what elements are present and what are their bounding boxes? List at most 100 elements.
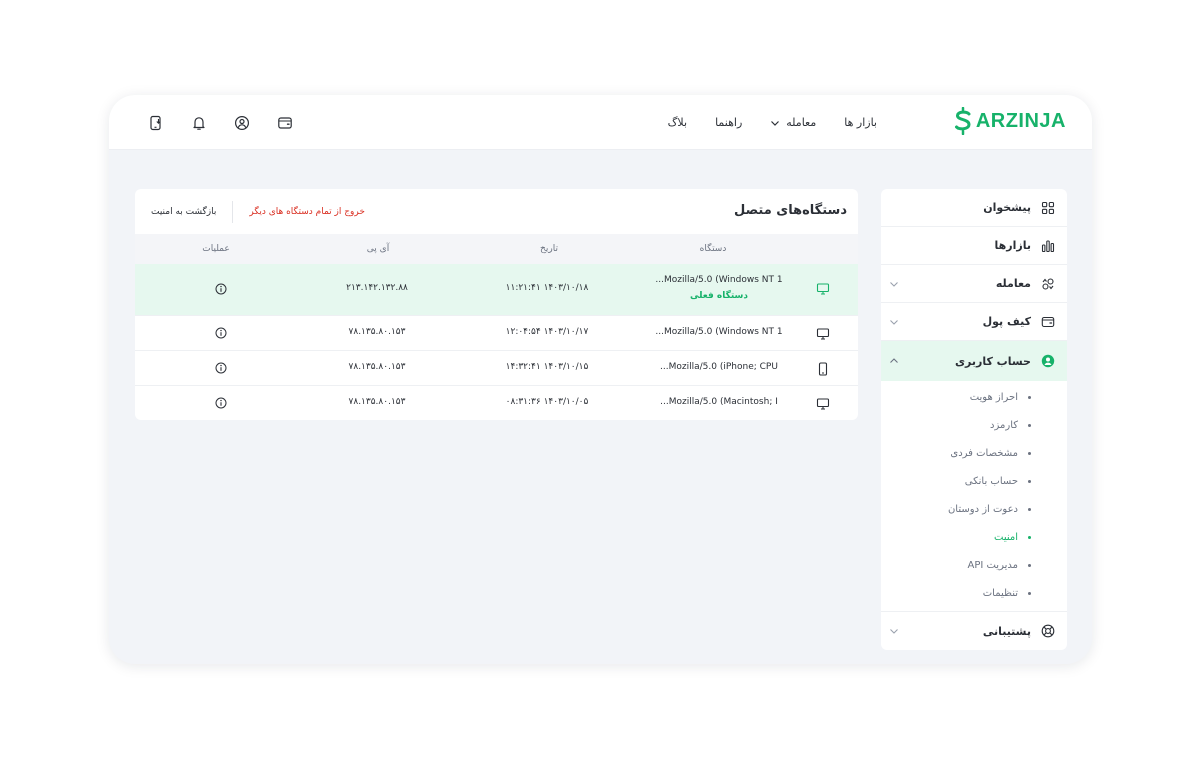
sidebar-item-label: حساب کاربری <box>954 354 1031 368</box>
user-circle-icon <box>1041 354 1055 368</box>
connected-devices-card: دستگاه‌های متصل بازگشت به امنیت خروج از … <box>135 189 858 420</box>
device-date: ۱۴۰۳/۱۰/۱۵ ۱۴:۳۲:۴۱ <box>505 362 589 372</box>
submenu-settings[interactable]: تنظیمات <box>881 579 1067 607</box>
nav-blog[interactable]: بلاگ <box>668 116 687 129</box>
device-ip: ۷۸.۱۳۵.۸۰.۱۵۳ <box>348 327 406 337</box>
bullet-icon <box>1028 423 1031 427</box>
user-circle-icon <box>234 115 250 131</box>
card-actions: بازگشت به امنیت خروج از تمام دستگاه های … <box>151 201 365 223</box>
sidebar-item-support[interactable]: پشتیبانی <box>881 612 1067 650</box>
sidebar-item-dashboard[interactable]: پیشخوان <box>881 189 1067 227</box>
nav-blog-label: بلاگ <box>667 116 688 129</box>
submenu-api[interactable]: مدیریت API <box>881 551 1067 579</box>
desktop-icon <box>816 283 830 295</box>
wallet-icon <box>1041 316 1055 327</box>
chevron-down-icon <box>890 281 898 287</box>
table-row: Mozilla/5.0 (Windows NT 1... دستگاه فعلی… <box>135 264 858 315</box>
wallet-button[interactable] <box>274 112 296 134</box>
grid-icon <box>1041 201 1055 214</box>
lifebuoy-icon <box>1041 624 1055 638</box>
submenu-bank-account[interactable]: حساب بانکی <box>881 467 1067 495</box>
sidebar-item-label: پیشخوان <box>983 201 1031 214</box>
profile-button[interactable] <box>231 112 253 134</box>
bell-icon <box>193 117 205 130</box>
info-icon[interactable] <box>215 397 227 409</box>
back-to-security-link[interactable]: بازگشت به امنیت <box>151 201 234 223</box>
submenu-label: امنیت <box>994 531 1018 543</box>
device-date: ۱۴۰۳/۱۰/۱۸ ۱۱:۲۱:۴۱ <box>505 283 589 293</box>
bullet-icon <box>1028 395 1031 399</box>
submenu-label: مدیریت API <box>967 559 1018 571</box>
chevron-down-icon <box>771 120 780 126</box>
top-icons <box>145 112 296 134</box>
sidebar-item-account[interactable]: حساب کاربری <box>881 341 1067 381</box>
submenu-kyc[interactable]: احراز هویت <box>881 383 1067 411</box>
info-icon[interactable] <box>215 327 227 339</box>
table-row: Mozilla/5.0 (Macintosh; I... ۱۴۰۳/۱۰/۰۵ … <box>135 385 858 420</box>
bullet-icon <box>1028 535 1031 539</box>
submenu-fees[interactable]: کارمزد <box>881 411 1067 439</box>
nav-trade[interactable]: معامله <box>770 116 816 129</box>
submenu-label: احراز هویت <box>969 391 1018 403</box>
arzinja-logo-icon <box>954 107 971 135</box>
sidebar-item-label: کیف پول <box>982 315 1031 328</box>
submenu-profile[interactable]: مشخصات فردی <box>881 439 1067 467</box>
logout-all-devices-link[interactable]: خروج از تمام دستگاه های دیگر <box>233 207 365 217</box>
device-name: Mozilla/5.0 (Windows NT 1... <box>655 327 783 337</box>
account-submenu: احراز هویت کارمزد مشخصات فردی حساب بانکی… <box>881 381 1067 612</box>
submenu-invite[interactable]: دعوت از دوستان <box>881 495 1067 523</box>
brand-name: ARZINJA <box>975 109 1066 132</box>
notifications-button[interactable] <box>188 112 210 134</box>
submenu-label: کارمزد <box>990 419 1018 431</box>
device-name: Mozilla/5.0 (Macintosh; I... <box>660 397 778 407</box>
top-bar: ARZINJA بازار ها معامله راهنما بلاگ <box>109 95 1092 150</box>
device-name: Mozilla/5.0 (Windows NT 1... <box>655 275 783 285</box>
info-icon[interactable] <box>215 283 227 295</box>
desktop-icon <box>816 398 830 410</box>
submenu-label: مشخصات فردی <box>950 447 1018 459</box>
table-header: دستگاه تاریخ آی پی عملیات <box>135 234 858 264</box>
submenu-label: دعوت از دوستان <box>947 503 1018 515</box>
wallet-icon <box>278 117 292 129</box>
sidebar-item-wallet[interactable]: کیف پول <box>881 303 1067 341</box>
col-actions: عملیات <box>202 244 230 254</box>
nav-guide[interactable]: راهنما <box>715 116 742 129</box>
bar-chart-icon <box>1041 239 1055 252</box>
bullet-icon <box>1028 591 1031 595</box>
sidebar: پیشخوان بازارها معامله کیف پول حساب کارب… <box>881 189 1067 650</box>
chevron-up-icon <box>890 358 898 363</box>
submenu-label: حساب بانکی <box>964 475 1018 487</box>
exchange-icon <box>1042 277 1054 290</box>
submenu-security[interactable]: امنیت <box>881 523 1067 551</box>
download-app-icon <box>150 115 161 131</box>
sidebar-item-trade[interactable]: معامله <box>881 265 1067 303</box>
download-app-button[interactable] <box>145 112 167 134</box>
nav-markets-label: بازار ها <box>844 116 877 129</box>
table-row: Mozilla/5.0 (Windows NT 1... ۱۴۰۳/۱۰/۱۷ … <box>135 315 858 350</box>
bullet-icon <box>1028 479 1031 483</box>
col-device: دستگاه <box>699 244 727 254</box>
main-nav: بازار ها معامله راهنما بلاگ <box>668 95 877 150</box>
device-date: ۱۴۰۳/۱۰/۰۵ ۰۸:۳۱:۳۶ <box>505 397 589 407</box>
sidebar-item-label: بازارها <box>994 239 1031 252</box>
table-row: Mozilla/5.0 (iPhone; CPU... ۱۴۰۳/۱۰/۱۵ ۱… <box>135 350 858 385</box>
bullet-icon <box>1028 563 1031 567</box>
device-name: Mozilla/5.0 (iPhone; CPU... <box>660 362 778 372</box>
nav-guide-label: راهنما <box>715 116 743 129</box>
submenu-label: تنظیمات <box>982 587 1018 599</box>
sidebar-item-markets[interactable]: بازارها <box>881 227 1067 265</box>
brand-logo[interactable]: ARZINJA <box>954 107 1066 135</box>
bullet-icon <box>1028 451 1031 455</box>
device-date: ۱۴۰۳/۱۰/۱۷ ۱۲:۰۴:۵۴ <box>505 327 589 337</box>
device-ip: ۲۱۳.۱۴۲.۱۳۲.۸۸ <box>346 283 408 293</box>
card-header: دستگاه‌های متصل بازگشت به امنیت خروج از … <box>135 189 858 234</box>
current-device-badge: دستگاه فعلی <box>690 291 748 301</box>
info-icon[interactable] <box>215 362 227 374</box>
mobile-icon <box>818 362 828 376</box>
nav-markets[interactable]: بازار ها <box>844 116 877 129</box>
col-ip: آی پی <box>366 244 390 254</box>
nav-trade-label: معامله <box>786 116 817 129</box>
sidebar-item-label: پشتیبانی <box>982 624 1031 638</box>
desktop-icon <box>816 328 830 340</box>
sidebar-item-label: معامله <box>995 277 1031 290</box>
